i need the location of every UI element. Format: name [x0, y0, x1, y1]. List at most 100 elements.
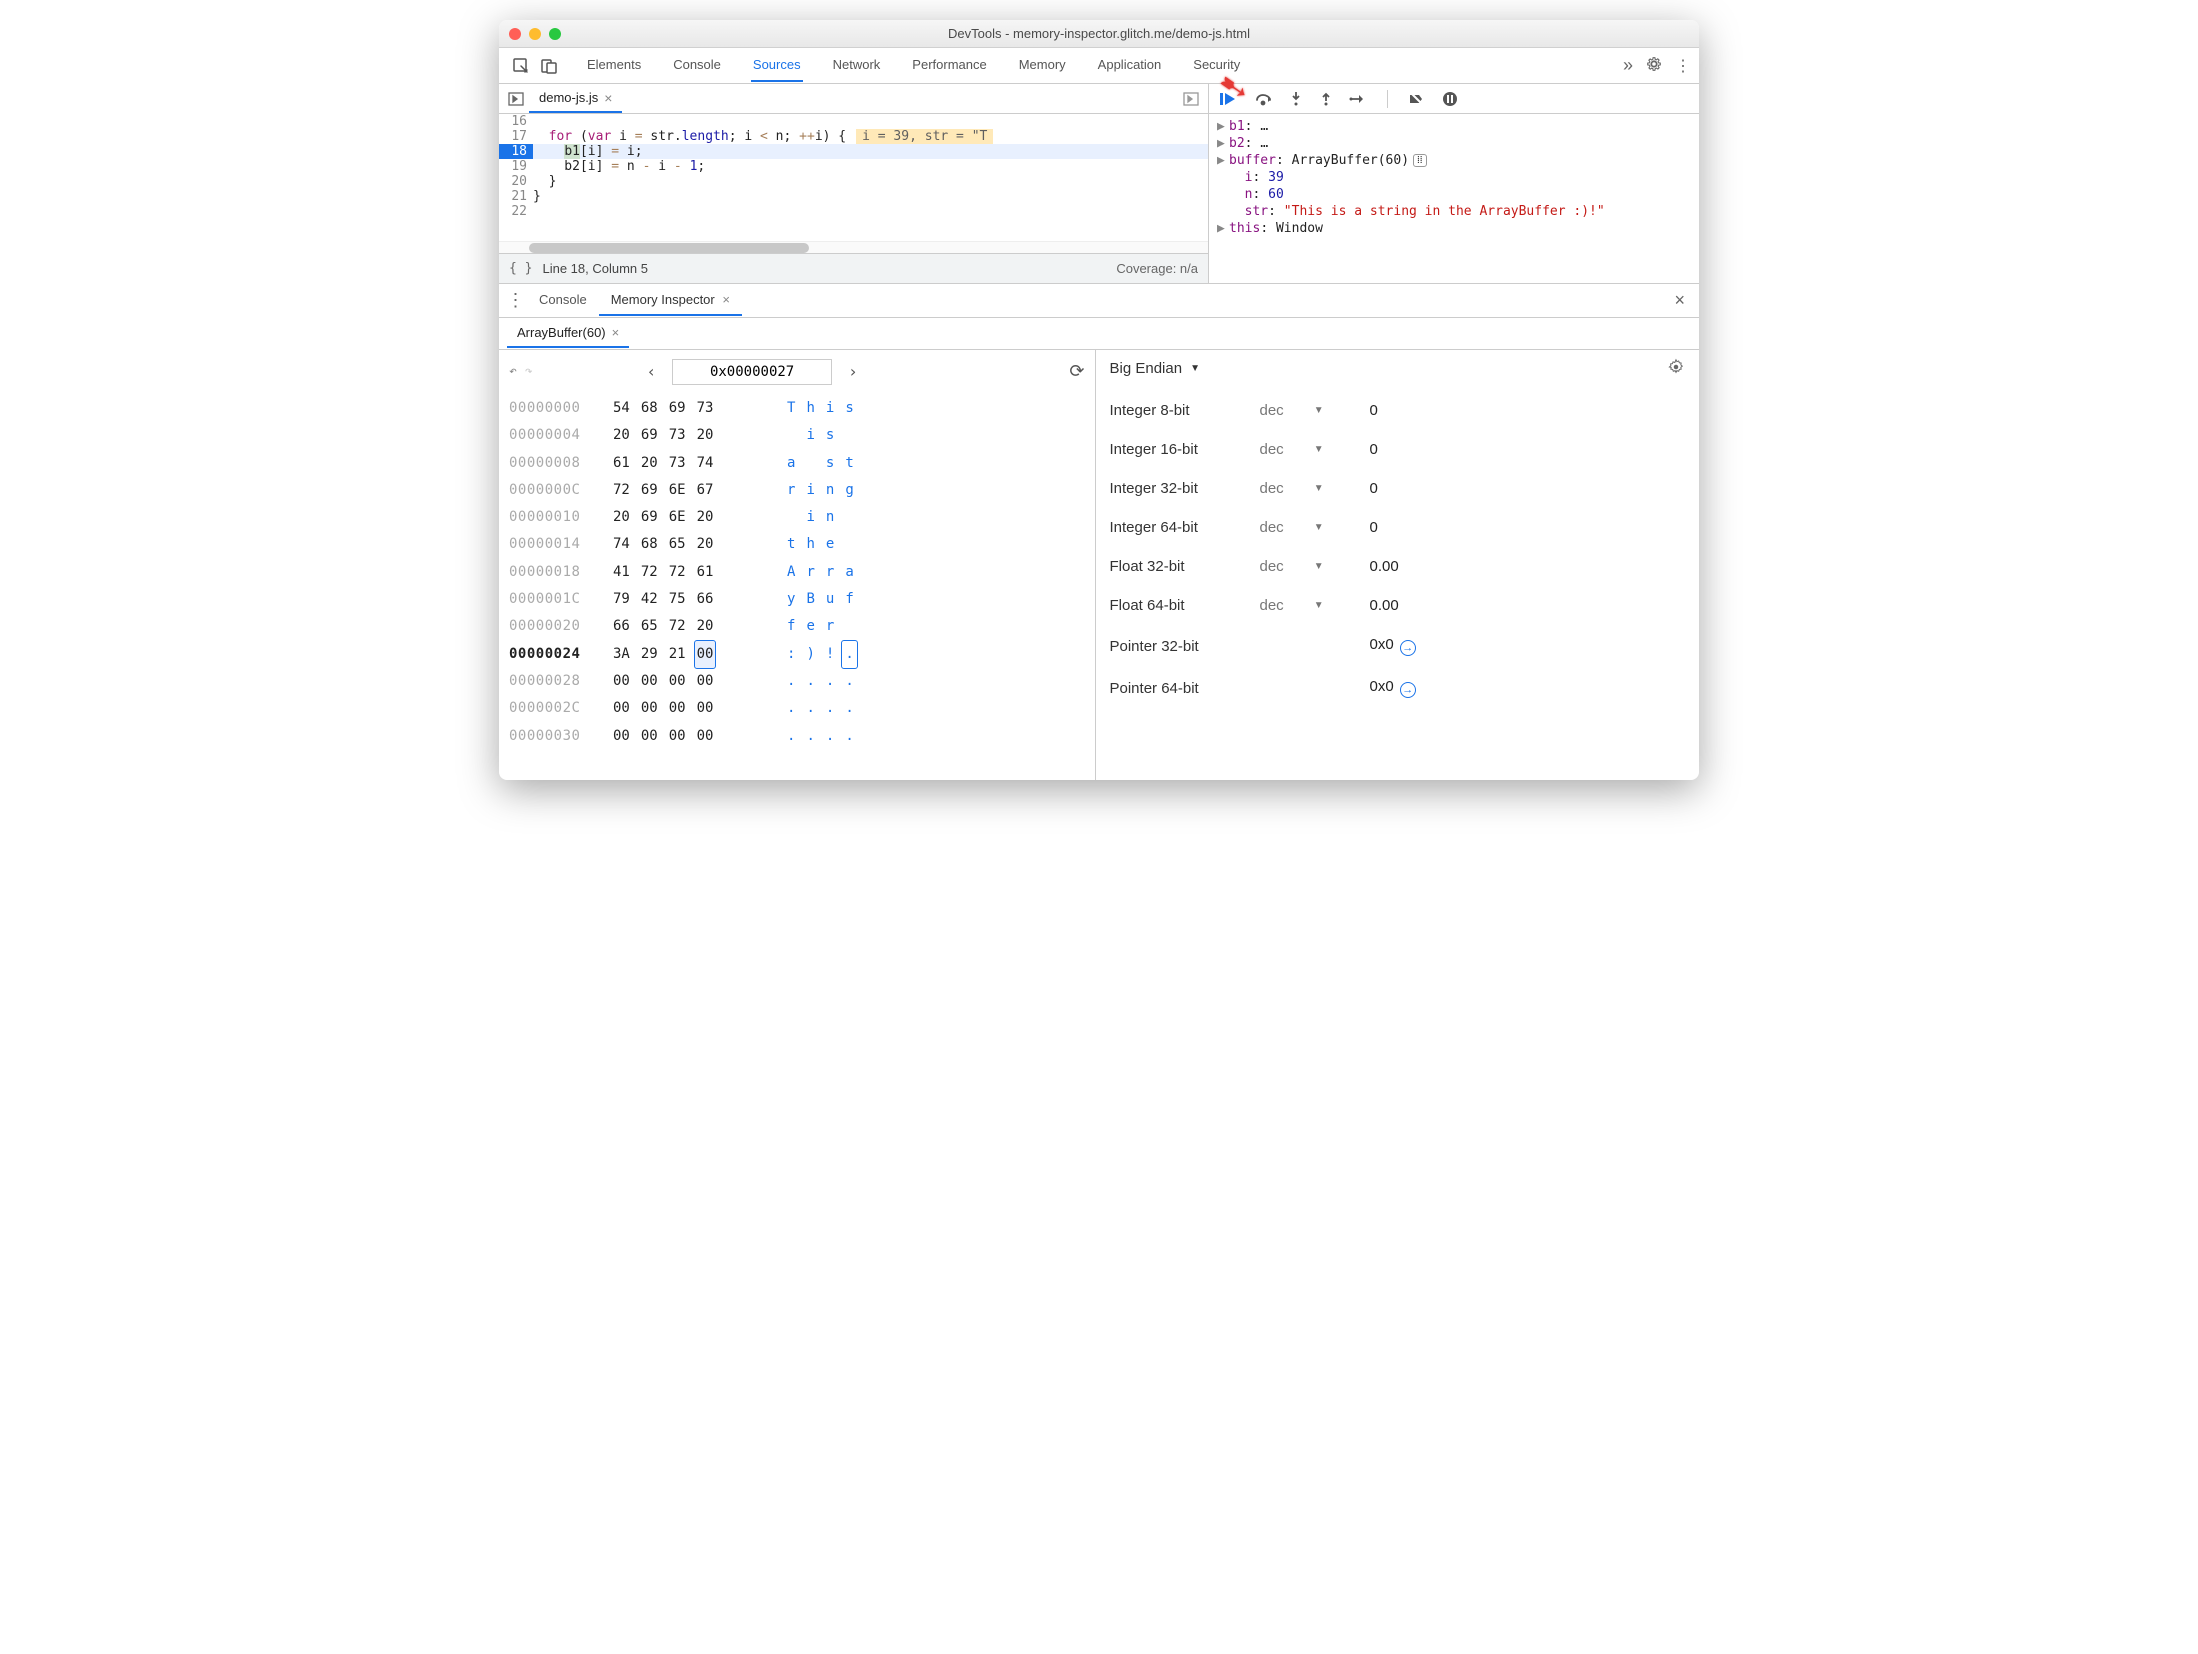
buffer-tab[interactable]: ArrayBuffer(60) × [507, 319, 629, 348]
scope-row[interactable]: ▶this: Window [1217, 220, 1691, 237]
code-editor[interactable]: 1617 for (var i = str.length; i < n; ++i… [499, 114, 1208, 241]
deactivate-breakpoints-icon[interactable] [1408, 92, 1426, 106]
refresh-icon[interactable]: ⟳ [1069, 361, 1084, 382]
hex-bytes[interactable]: 61207374 [613, 450, 773, 477]
tab-memory[interactable]: Memory [1017, 49, 1068, 82]
step-icon[interactable] [1349, 93, 1367, 105]
kebab-icon[interactable]: ⋮ [1675, 56, 1691, 76]
tab-elements[interactable]: Elements [585, 49, 643, 82]
value-mode[interactable]: dec [1260, 441, 1284, 458]
code-line[interactable]: 21} [499, 189, 1208, 204]
pretty-print-icon[interactable]: { } [509, 261, 532, 276]
next-page-icon[interactable]: › [842, 358, 864, 385]
hex-bytes[interactable]: 3A292100 [613, 641, 773, 668]
value-mode[interactable]: dec [1260, 558, 1284, 575]
hex-bytes[interactable]: 72696E67 [613, 477, 773, 504]
hex-bytes[interactable]: 20696E20 [613, 504, 773, 531]
address-input[interactable] [672, 359, 832, 385]
hex-ascii[interactable]: .... [787, 723, 907, 750]
close-icon[interactable]: × [604, 90, 612, 106]
chevron-down-icon[interactable]: ▼ [1314, 405, 1324, 416]
hex-bytes[interactable]: 00000000 [613, 668, 773, 695]
hex-ascii[interactable]: is [787, 422, 907, 449]
tab-sources[interactable]: Sources [751, 49, 803, 82]
step-into-icon[interactable] [1289, 91, 1303, 107]
chevron-down-icon[interactable]: ▼ [1314, 600, 1324, 611]
chevron-down-icon[interactable]: ▼ [1314, 483, 1324, 494]
memory-icon[interactable]: ⁞⁞ [1413, 154, 1427, 167]
hex-ascii[interactable]: in [787, 504, 907, 531]
drawer-tab-memory-inspector[interactable]: Memory Inspector × [599, 285, 742, 316]
navigator-icon[interactable] [503, 89, 529, 109]
hex-ascii[interactable]: .... [787, 695, 907, 722]
tab-network[interactable]: Network [831, 49, 883, 82]
gear-icon[interactable] [1645, 55, 1663, 76]
code-line[interactable]: 16 [499, 114, 1208, 129]
close-icon[interactable]: × [1666, 290, 1693, 311]
step-out-icon[interactable] [1319, 91, 1333, 107]
hex-bytes[interactable]: 00000000 [613, 695, 773, 722]
tab-application[interactable]: Application [1096, 49, 1164, 82]
hex-ascii[interactable]: Arra [787, 559, 907, 586]
prev-page-icon[interactable]: ‹ [640, 358, 662, 385]
hex-bytes[interactable]: 74686520 [613, 531, 773, 558]
kebab-icon[interactable]: ⋮ [505, 290, 527, 311]
device-icon[interactable] [535, 52, 563, 80]
hex-ascii[interactable]: yBuf [787, 586, 907, 613]
hex-ascii[interactable]: a st [787, 450, 907, 477]
hex-ascii[interactable]: :)!. [787, 641, 907, 668]
drawer-tab-console[interactable]: Console [527, 285, 599, 316]
scope-row[interactable]: ▶b2: … [1217, 135, 1691, 152]
value-label: Integer 16-bit [1110, 441, 1260, 458]
scope-row[interactable]: i: 39 [1217, 169, 1691, 186]
step-over-icon[interactable] [1255, 92, 1273, 106]
hex-ascii[interactable]: the [787, 531, 907, 558]
hex-ascii[interactable]: .... [787, 668, 907, 695]
hex-address: 00000008 [509, 450, 599, 477]
hex-bytes[interactable]: 54686973 [613, 395, 773, 422]
scope-row[interactable]: n: 60 [1217, 186, 1691, 203]
scrollbar-horizontal[interactable] [499, 241, 1208, 253]
file-tab[interactable]: demo-js.js × [529, 85, 622, 113]
jump-icon[interactable]: → [1400, 640, 1416, 656]
gear-icon[interactable] [1667, 358, 1685, 379]
redo-icon[interactable]: ↷ [525, 364, 533, 379]
scope-row[interactable]: ▶b1: … [1217, 118, 1691, 135]
overflow-icon[interactable]: » [1623, 55, 1633, 76]
code-line[interactable]: 20 } [499, 174, 1208, 189]
sources-panel: demo-js.js × 1617 for (var i = str.lengt… [499, 84, 1209, 283]
cursor-position: Line 18, Column 5 [542, 261, 648, 276]
code-line[interactable]: 17 for (var i = str.length; i < n; ++i) … [499, 129, 1208, 144]
scope-variables[interactable]: ▶b1: …▶b2: …▶buffer: ArrayBuffer(60)⁞⁞ i… [1209, 114, 1699, 283]
chevron-down-icon[interactable]: ▼ [1314, 444, 1324, 455]
chevron-down-icon[interactable]: ▼ [1314, 561, 1324, 572]
code-line[interactable]: 22 [499, 204, 1208, 219]
hex-ascii[interactable]: This [787, 395, 907, 422]
hex-bytes[interactable]: 41727261 [613, 559, 773, 586]
value-mode[interactable]: dec [1260, 597, 1284, 614]
pause-exceptions-icon[interactable] [1442, 91, 1458, 107]
chevron-down-icon[interactable]: ▼ [1314, 522, 1324, 533]
hex-bytes[interactable]: 79427566 [613, 586, 773, 613]
hex-grid[interactable]: 0000000054686973This0000000420697320 is … [509, 395, 1085, 750]
hex-bytes[interactable]: 66657220 [613, 613, 773, 640]
close-icon[interactable]: × [612, 325, 620, 340]
hex-bytes[interactable]: 00000000 [613, 723, 773, 750]
scope-row[interactable]: str: "This is a string in the ArrayBuffe… [1217, 203, 1691, 220]
jump-icon[interactable]: → [1400, 682, 1416, 698]
code-line[interactable]: 19 b2[i] = n - i - 1; [499, 159, 1208, 174]
hex-ascii[interactable]: fer [787, 613, 907, 640]
value-mode[interactable]: dec [1260, 480, 1284, 497]
endian-select[interactable]: Big Endian ▼ [1110, 360, 1200, 377]
tab-performance[interactable]: Performance [910, 49, 988, 82]
snippets-icon[interactable] [1178, 89, 1204, 109]
value-mode[interactable]: dec [1260, 402, 1284, 419]
scope-row[interactable]: ▶buffer: ArrayBuffer(60)⁞⁞ [1217, 152, 1691, 169]
tab-console[interactable]: Console [671, 49, 723, 82]
hex-ascii[interactable]: ring [787, 477, 907, 504]
inspect-icon[interactable] [507, 52, 535, 80]
hex-bytes[interactable]: 20697320 [613, 422, 773, 449]
undo-icon[interactable]: ↶ [509, 364, 517, 379]
value-mode[interactable]: dec [1260, 519, 1284, 536]
code-line[interactable]: 18 b1[i] = i; [499, 144, 1208, 159]
